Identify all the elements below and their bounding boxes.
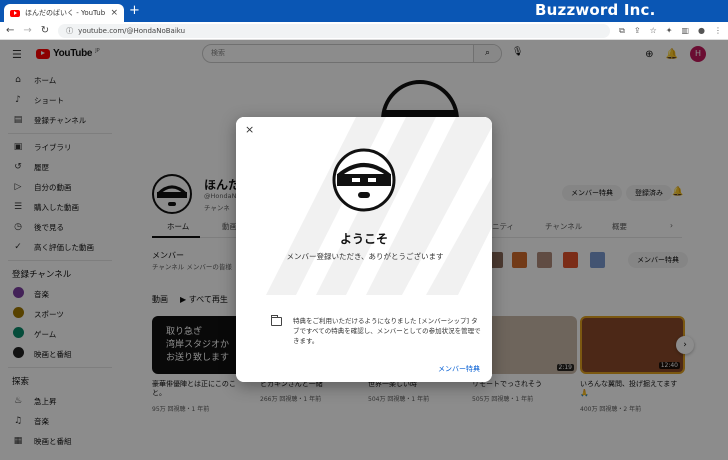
browser-toolbar-icons: ⧉ ⇪ ☆ ✦ ▥ ● ⋮ — [619, 26, 722, 36]
watermark-brand: Buzzword Inc. — [535, 1, 656, 19]
forward-icon[interactable]: → — [23, 25, 31, 36]
welcome-dialog: × ようこそ メンバー登録いただき、ありがとうございます 特典をご利用いただける… — [236, 117, 492, 382]
menu-kebab-icon[interactable]: ⋮ — [714, 26, 722, 36]
profile-icon[interactable]: ● — [698, 26, 705, 36]
url-text: youtube.com/@HondaNoBaiku — [78, 26, 186, 35]
browser-tab[interactable]: ほんだのばいく - YouTube × — [4, 4, 124, 22]
address-bar-row: ← → ↻ ⓘ youtube.com/@HondaNoBaiku ⧉ ⇪ ☆ … — [0, 22, 728, 40]
youtube-favicon-icon — [10, 9, 20, 17]
browser-titlebar: ほんだのばいく - YouTube × + Buzzword Inc. ─ ☐ … — [0, 0, 728, 22]
close-icon[interactable]: × — [245, 123, 254, 136]
extensions-icon[interactable]: ✦ — [666, 26, 673, 36]
welcome-dialog-body: 特典をご利用いただけるようになりました [メンバーシップ] タブですべての特典を… — [236, 295, 492, 382]
reload-icon[interactable]: ↻ — [41, 25, 49, 36]
back-icon[interactable]: ← — [6, 25, 14, 36]
url-field[interactable]: ⓘ youtube.com/@HondaNoBaiku — [58, 23, 611, 38]
welcome-title: ようこそ — [339, 232, 388, 246]
welcome-dialog-header: × ようこそ メンバー登録いただき、ありがとうございます — [236, 117, 492, 295]
tab-title: ほんだのばいく - YouTube — [25, 9, 106, 17]
welcome-message: メンバー登録いただき、ありがとうございます — [286, 252, 444, 261]
folder-icon — [271, 315, 282, 326]
install-icon[interactable]: ⧉ — [619, 26, 625, 36]
channel-logo-icon — [332, 148, 396, 212]
benefit-description: 特典をご利用いただけるようになりました [メンバーシップ] タブですべての特典を… — [293, 317, 481, 345]
new-tab-button[interactable]: + — [129, 4, 140, 18]
site-info-icon[interactable]: ⓘ — [66, 26, 73, 36]
share-icon[interactable]: ⇪ — [634, 26, 641, 36]
bookmark-star-icon[interactable]: ☆ — [650, 26, 657, 36]
sidepanel-icon[interactable]: ▥ — [681, 26, 689, 36]
tab-close-icon[interactable]: × — [110, 8, 118, 18]
member-perks-link[interactable]: メンバー特典 — [438, 364, 480, 374]
